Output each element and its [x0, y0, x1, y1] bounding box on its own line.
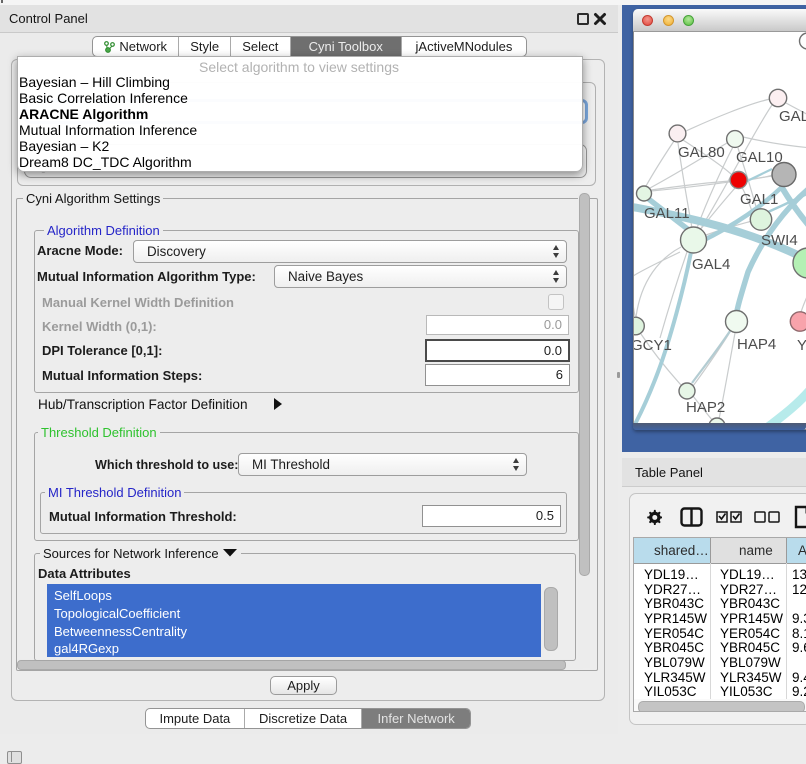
svg-text:GAL4: GAL4 [692, 256, 730, 273]
svg-text:Y: Y [797, 337, 806, 354]
svg-text:HAP4: HAP4 [737, 336, 776, 353]
svg-text:GAL80: GAL80 [678, 144, 725, 161]
svg-text:GAL1: GAL1 [740, 191, 778, 208]
svg-text:GAL11: GAL11 [644, 205, 690, 222]
svg-text:HAP2: HAP2 [686, 399, 725, 416]
svg-text:GAL10: GAL10 [736, 149, 783, 166]
svg-text:GAL2: GAL2 [779, 108, 806, 125]
svg-text:SWI4: SWI4 [761, 232, 798, 249]
svg-text:GCY1: GCY1 [634, 337, 672, 354]
